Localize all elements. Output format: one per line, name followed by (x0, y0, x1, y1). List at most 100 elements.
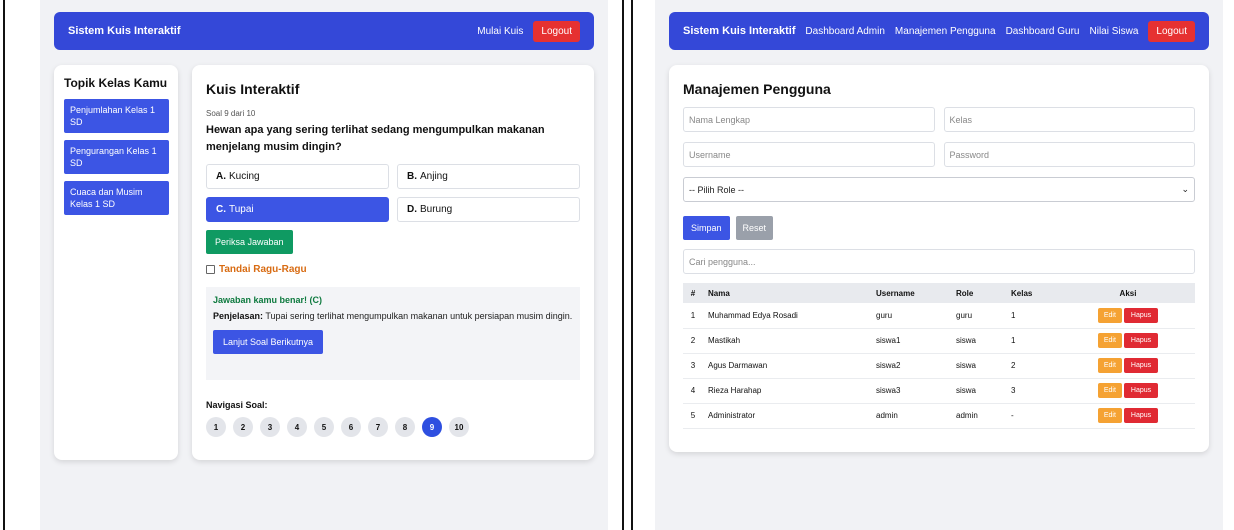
admin-window: Sistem Kuis Interaktif Dashboard Admin M… (655, 0, 1223, 530)
edit-button[interactable]: Edit (1097, 358, 1122, 373)
user-username: siswa3 (871, 378, 951, 404)
edit-button[interactable]: Edit (1097, 333, 1122, 348)
user-role: admin (951, 403, 1006, 429)
user-management-card: Manajemen Pengguna -- Pilih Role -- ⌄ Si… (669, 65, 1209, 452)
nav-link-start-quiz[interactable]: Mulai Kuis (477, 26, 523, 37)
chevron-down-icon: ⌄ (1181, 184, 1189, 194)
explanation-label: Penjelasan: (213, 311, 264, 321)
delete-button[interactable]: Hapus (1123, 358, 1159, 373)
question-nav-9[interactable]: 9 (422, 417, 442, 437)
nav-link-admin-dashboard[interactable]: Dashboard Admin (805, 26, 885, 37)
question-nav-1[interactable]: 1 (206, 417, 226, 437)
reset-button[interactable]: Reset (735, 216, 774, 240)
user-name: Administrator (703, 403, 871, 429)
row-number: 1 (683, 303, 703, 329)
edit-button[interactable]: Edit (1097, 383, 1122, 398)
topic-sidebar: Topik Kelas Kamu Penjumlahan Kelas 1 SD … (54, 65, 178, 460)
question-nav-4[interactable]: 4 (287, 417, 307, 437)
explanation-text: Tupai sering terlihat mengumpulkan makan… (263, 311, 573, 321)
check-answer-button[interactable]: Periksa Jawaban (206, 230, 293, 254)
option-letter: B. (407, 171, 417, 182)
edit-button[interactable]: Edit (1097, 307, 1122, 323)
full-name-input[interactable] (683, 107, 935, 132)
option-letter: C. (216, 204, 226, 215)
screenshot-root: Sistem Kuis Interaktif Mulai Kuis Logout… (0, 0, 1234, 530)
column-header: Nama (703, 283, 871, 303)
user-username: siswa1 (871, 328, 951, 354)
delete-button[interactable]: Hapus (1123, 333, 1159, 348)
logout-button[interactable]: Logout (533, 20, 580, 42)
user-class: 1 (1006, 303, 1061, 329)
user-role: siswa (951, 353, 1006, 379)
column-header: # (683, 283, 703, 303)
frame-divider (3, 0, 5, 530)
delete-button[interactable]: Hapus (1123, 307, 1159, 323)
row-number: 5 (683, 403, 703, 429)
row-actions: Edit Hapus (1061, 353, 1195, 379)
next-question-button[interactable]: Lanjut Soal Berikutnya (213, 330, 324, 354)
row-number: 2 (683, 328, 703, 354)
option-a[interactable]: A. Kucing (206, 164, 389, 189)
row-actions: Edit Hapus (1061, 378, 1195, 404)
table-row: 3 Agus Darmawan siswa2 siswa 2 Edit Hapus (683, 353, 1195, 379)
question-nav-2[interactable]: 2 (233, 417, 253, 437)
doubt-checkbox[interactable] (206, 265, 215, 274)
option-d[interactable]: D. Burung (397, 197, 580, 222)
row-number: 4 (683, 378, 703, 404)
option-text: Kucing (229, 171, 260, 182)
user-name: Mastikah (703, 328, 871, 354)
form-actions: Simpan Reset (683, 216, 1195, 240)
users-table: # Nama Username Role Kelas Aksi 1 Muhamma… (683, 283, 1195, 429)
question-navigator: 1 2 3 4 5 6 7 8 9 10 (206, 417, 580, 437)
question-nav-6[interactable]: 6 (341, 417, 361, 437)
password-input[interactable] (943, 142, 1195, 167)
question-nav-8[interactable]: 8 (395, 417, 415, 437)
answer-options: A. Kucing B. Anjing C. Tupai D. Burung (206, 164, 580, 222)
row-actions: Edit Hapus (1061, 303, 1195, 329)
brand-title[interactable]: Sistem Kuis Interaktif (68, 25, 180, 37)
option-text: Tupai (229, 204, 254, 215)
navbar: Sistem Kuis Interaktif Mulai Kuis Logout (54, 12, 594, 50)
option-c[interactable]: C. Tupai (206, 197, 389, 222)
table-body: 1 Muhammad Edya Rosadi guru guru 1 Edit Hapus 2… (683, 303, 1195, 429)
feedback-box: Jawaban kamu benar! (C) Penjelasan: Tupa… (206, 287, 580, 380)
topic-item-subtraction[interactable]: Pengurangan Kelas 1 SD (64, 140, 169, 174)
search-input[interactable] (683, 249, 1195, 274)
form-row (683, 142, 1195, 167)
option-b[interactable]: B. Anjing (397, 164, 580, 189)
user-role: siswa (951, 378, 1006, 404)
question-nav-10[interactable]: 10 (449, 417, 469, 437)
edit-button[interactable]: Edit (1097, 408, 1122, 423)
user-username: siswa2 (871, 353, 951, 379)
question-nav-5[interactable]: 5 (314, 417, 334, 437)
topic-heading: Topik Kelas Kamu (64, 76, 168, 90)
username-input[interactable] (683, 142, 935, 167)
question-text: Hewan apa yang sering terlihat sedang me… (206, 124, 545, 153)
topic-item-addition[interactable]: Penjumlahan Kelas 1 SD (64, 99, 169, 133)
delete-button[interactable]: Hapus (1123, 383, 1159, 398)
frame-divider (622, 0, 624, 530)
save-button[interactable]: Simpan (683, 216, 730, 240)
nav-link-teacher-dashboard[interactable]: Dashboard Guru (1006, 26, 1080, 37)
brand-title[interactable]: Sistem Kuis Interaktif (683, 25, 795, 37)
class-input[interactable] (943, 107, 1195, 132)
table-header: # Nama Username Role Kelas Aksi (683, 283, 1195, 303)
nav-links: Mulai Kuis Logout (477, 20, 580, 42)
user-username: admin (871, 403, 951, 429)
nav-link-user-management[interactable]: Manajemen Pengguna (895, 26, 996, 37)
user-name: Muhammad Edya Rosadi (703, 303, 871, 329)
table-row: 2 Mastikah siswa1 siswa 1 Edit Hapus (683, 328, 1195, 354)
option-letter: A. (216, 171, 226, 182)
question-nav-7[interactable]: 7 (368, 417, 388, 437)
topic-item-weather[interactable]: Cuaca dan Musim Kelas 1 SD (64, 181, 169, 215)
navbar: Sistem Kuis Interaktif Dashboard Admin M… (669, 12, 1209, 50)
doubt-toggle[interactable]: Tandai Ragu-Ragu (206, 264, 580, 275)
logout-button[interactable]: Logout (1148, 20, 1195, 42)
question-nav-3[interactable]: 3 (260, 417, 280, 437)
role-select[interactable]: -- Pilih Role -- ⌄ (683, 177, 1195, 202)
user-class: - (1006, 403, 1061, 429)
nav-link-student-grades[interactable]: Nilai Siswa (1090, 26, 1139, 37)
column-header: Aksi (1061, 283, 1195, 303)
delete-button[interactable]: Hapus (1123, 408, 1159, 423)
frame-divider (631, 0, 633, 530)
